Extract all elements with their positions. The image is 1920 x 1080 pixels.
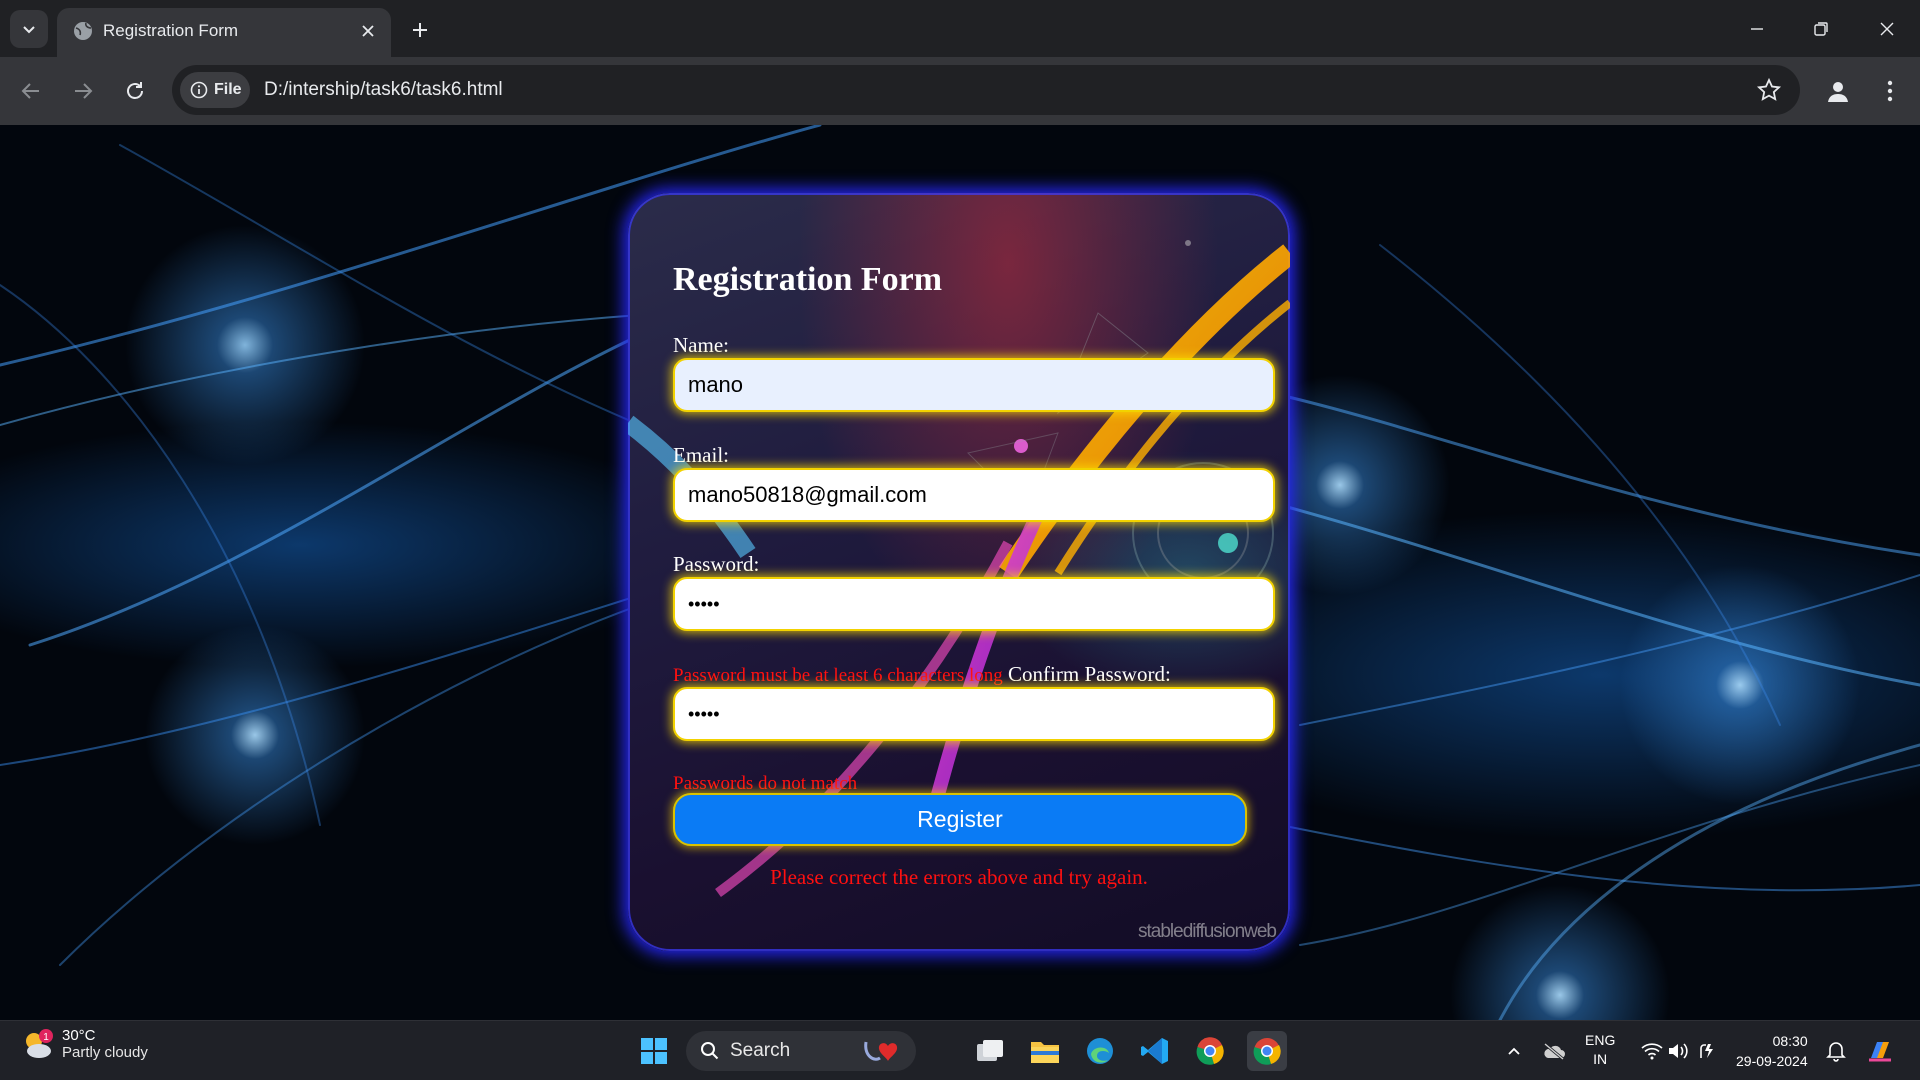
star-icon[interactable]: [1756, 77, 1782, 103]
password-label: Password:: [673, 552, 760, 576]
start-button[interactable]: [636, 1033, 672, 1069]
confirm-password-input-value: •••••: [688, 703, 720, 724]
reload-icon: [127, 82, 143, 99]
confirm-password-input[interactable]: •••••: [673, 687, 1275, 741]
chrome-profile-button[interactable]: [1192, 1033, 1228, 1069]
onedrive-button[interactable]: [1536, 1033, 1572, 1069]
confirm-password-label: Confirm Password:: [1008, 662, 1171, 686]
back-icon: [21, 83, 39, 99]
lang-bottom: IN: [1593, 1051, 1608, 1067]
address-bar[interactable]: File D:/intership/task6/task6.html: [172, 65, 1800, 115]
copilot-button[interactable]: [1862, 1033, 1898, 1069]
temperature: 30°C: [62, 1027, 96, 1044]
browser-tab-strip: Registration Form: [0, 0, 1920, 57]
clock-date: 29-09-2024: [1736, 1053, 1808, 1069]
profile-icon: [1828, 82, 1848, 102]
search-label: Search: [730, 1040, 791, 1061]
weather-widget[interactable]: 1 30°C Partly cloudy: [20, 1027, 148, 1063]
reload-button[interactable]: [118, 74, 152, 108]
forward-button[interactable]: [66, 74, 100, 108]
url-text[interactable]: D:/intership/task6/task6.html: [264, 79, 503, 101]
page-viewport: Registration Form Name: mano Email: mano…: [0, 125, 1920, 1020]
globe-icon: [74, 22, 92, 40]
windows-icon: [641, 1038, 667, 1064]
task-view-button[interactable]: [972, 1033, 1008, 1069]
new-tab-button[interactable]: [405, 15, 435, 45]
password-input-value: •••••: [688, 593, 720, 614]
close-icon: [362, 25, 374, 37]
lang-top: ENG: [1585, 1032, 1616, 1048]
register-button[interactable]: Register: [673, 793, 1247, 846]
task-view-icon: [977, 1040, 1003, 1061]
partly-cloudy-icon: 1: [26, 1029, 53, 1058]
registration-card: Registration Form Name: mano Email: mano…: [628, 193, 1290, 951]
profile-button[interactable]: [1820, 73, 1856, 109]
register-button-label: Register: [917, 806, 1003, 832]
browser-tab[interactable]: Registration Form: [57, 8, 391, 57]
form-title: Registration Form: [673, 261, 943, 298]
search-highlight-icon: [864, 1041, 898, 1061]
watermark: stablediffusionweb: [1138, 921, 1277, 942]
notification-button[interactable]: [1818, 1033, 1854, 1069]
registration-form: Registration Form Name: mano Email: mano…: [628, 193, 1290, 951]
plus-icon: [413, 23, 427, 37]
form-error-message: Please correct the errors above and try …: [770, 865, 1148, 889]
vscode-button[interactable]: [1137, 1033, 1173, 1069]
close-tab-button[interactable]: [357, 20, 379, 42]
system-clock[interactable]: 08:30 29-09-2024: [1736, 1031, 1808, 1071]
notification-bell-icon: [1826, 1042, 1846, 1062]
name-label: Name:: [673, 333, 729, 357]
site-info-chip[interactable]: File: [180, 72, 250, 108]
search-icon: [701, 1042, 719, 1060]
confirm-password-error: Passwords do not match: [673, 773, 858, 794]
folder-icon: [1031, 1042, 1059, 1063]
chevron-down-icon: [23, 26, 35, 34]
vscode-icon: [1141, 1038, 1168, 1064]
copilot-icon: [1869, 1042, 1891, 1062]
language-indicator[interactable]: ENG IN: [1585, 1031, 1615, 1069]
name-input-value: mano: [688, 372, 744, 397]
chevron-up-icon: [1508, 1047, 1520, 1055]
chrome-icon: [1253, 1038, 1281, 1065]
battery-charging-icon: [1700, 1044, 1713, 1058]
volume-icon: [1669, 1043, 1688, 1059]
forward-icon: [75, 83, 93, 99]
tab-title: Registration Form: [103, 21, 239, 40]
info-icon: [190, 81, 208, 99]
tray-overflow-button[interactable]: [1496, 1033, 1532, 1069]
email-input-value: mano50818@gmail.com: [688, 482, 927, 507]
cloud-off-icon: [1544, 1042, 1565, 1060]
close-window-button[interactable]: [1872, 14, 1902, 44]
chrome-icon: [1196, 1037, 1224, 1065]
name-input[interactable]: mano: [673, 358, 1275, 412]
email-label: Email:: [673, 443, 729, 467]
browser-toolbar: File D:/intership/task6/task6.html: [0, 57, 1920, 125]
kebab-menu-icon: [1887, 80, 1893, 102]
chip-label: File: [214, 81, 242, 98]
password-input[interactable]: •••••: [673, 577, 1275, 631]
menu-button[interactable]: [1872, 73, 1908, 109]
battery-button[interactable]: [1690, 1033, 1726, 1069]
back-button[interactable]: [14, 74, 48, 108]
weather-text: Partly cloudy: [62, 1044, 148, 1061]
minimize-button[interactable]: [1742, 14, 1772, 44]
email-input[interactable]: mano50818@gmail.com: [673, 468, 1275, 522]
edge-button[interactable]: [1082, 1033, 1118, 1069]
tab-search-button[interactable]: [10, 10, 48, 48]
file-explorer-button[interactable]: [1027, 1033, 1063, 1069]
chrome-active-button[interactable]: [1247, 1031, 1287, 1071]
restore-icon: [1814, 22, 1828, 36]
password-error: Password must be at least 6 characters l…: [673, 665, 1003, 686]
minimize-icon: [1751, 28, 1763, 30]
password-error-row: Password must be at least 6 characters l…: [673, 662, 1171, 687]
taskbar-search[interactable]: Search: [686, 1031, 916, 1071]
windows-taskbar: 1 30°C Partly cloudy Search ENG IN 08:30…: [0, 1020, 1920, 1080]
weather-badge: 1: [43, 1032, 49, 1043]
restore-button[interactable]: [1806, 14, 1836, 44]
edge-icon: [1087, 1038, 1113, 1064]
close-window-icon: [1880, 22, 1894, 36]
clock-time: 08:30: [1772, 1033, 1808, 1049]
